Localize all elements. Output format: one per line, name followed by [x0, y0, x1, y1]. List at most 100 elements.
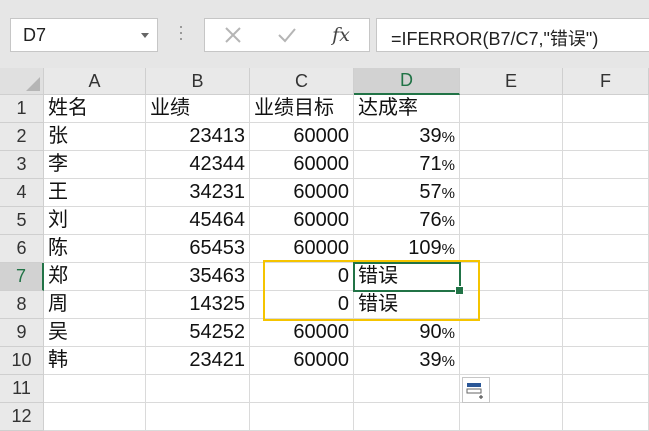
- cell-b4[interactable]: 34231: [146, 179, 250, 207]
- cell-b12[interactable]: [146, 403, 250, 431]
- cell-e5[interactable]: [460, 207, 563, 235]
- row-header-9[interactable]: 9: [0, 319, 44, 347]
- cell-d8[interactable]: 错误: [354, 291, 460, 319]
- cell-a11[interactable]: [44, 375, 146, 403]
- check-icon[interactable]: [267, 19, 307, 51]
- cell-c3[interactable]: 60000: [250, 151, 354, 179]
- cell-f10[interactable]: [563, 347, 649, 375]
- cell-e12[interactable]: [460, 403, 563, 431]
- row-header-4[interactable]: 4: [0, 179, 44, 207]
- column-header-b[interactable]: B: [146, 68, 250, 95]
- cell-c8[interactable]: 0: [250, 291, 354, 319]
- cell-c9[interactable]: 60000: [250, 319, 354, 347]
- fx-icon[interactable]: fx: [321, 19, 361, 51]
- cell-b5[interactable]: 45464: [146, 207, 250, 235]
- cell-b1[interactable]: 业绩: [146, 95, 250, 123]
- cell-f11[interactable]: [563, 375, 649, 403]
- cell-b3[interactable]: 42344: [146, 151, 250, 179]
- cell-a12[interactable]: [44, 403, 146, 431]
- cell-b9[interactable]: 54252: [146, 319, 250, 347]
- column-header-a[interactable]: A: [44, 68, 146, 95]
- row-header-5[interactable]: 5: [0, 207, 44, 235]
- cell-d4[interactable]: 57%: [354, 179, 460, 207]
- cell-c7[interactable]: 0: [250, 263, 354, 291]
- cell-e6[interactable]: [460, 235, 563, 263]
- cell-b10[interactable]: 23421: [146, 347, 250, 375]
- row-header-6[interactable]: 6: [0, 235, 44, 263]
- grip-handle-icon[interactable]: [178, 26, 184, 44]
- cell-d9[interactable]: 90%: [354, 319, 460, 347]
- cell-a10[interactable]: 韩: [44, 347, 146, 375]
- cell-c2[interactable]: 60000: [250, 123, 354, 151]
- row-header-11[interactable]: 11: [0, 375, 44, 403]
- cell-f2[interactable]: [563, 123, 649, 151]
- row-header-12[interactable]: 12: [0, 403, 44, 431]
- column-header-d[interactable]: D: [354, 68, 460, 95]
- chevron-down-icon[interactable]: [141, 33, 149, 38]
- cell-e7[interactable]: [460, 263, 563, 291]
- percent-sign: %: [441, 157, 455, 174]
- row-header-10[interactable]: 10: [0, 347, 44, 375]
- cell-f7[interactable]: [563, 263, 649, 291]
- cell-d12[interactable]: [354, 403, 460, 431]
- cell-f6[interactable]: [563, 235, 649, 263]
- cell-e10[interactable]: [460, 347, 563, 375]
- cell-f1[interactable]: [563, 95, 649, 123]
- cell-a6[interactable]: 陈: [44, 235, 146, 263]
- cell-a1[interactable]: 姓名: [44, 95, 146, 123]
- select-all-button[interactable]: [0, 68, 44, 95]
- quick-analysis-icon[interactable]: [462, 377, 490, 403]
- cell-a9[interactable]: 吴: [44, 319, 146, 347]
- cell-e2[interactable]: [460, 123, 563, 151]
- cell-b6[interactable]: 65453: [146, 235, 250, 263]
- cell-a4[interactable]: 王: [44, 179, 146, 207]
- name-box[interactable]: D7: [10, 18, 158, 52]
- row-header-7[interactable]: 7: [0, 263, 44, 291]
- cell-c10[interactable]: 60000: [250, 347, 354, 375]
- cell-b2[interactable]: 23413: [146, 123, 250, 151]
- cell-f12[interactable]: [563, 403, 649, 431]
- cell-d3[interactable]: 71%: [354, 151, 460, 179]
- cell-d10[interactable]: 39%: [354, 347, 460, 375]
- cell-c11[interactable]: [250, 375, 354, 403]
- cell-d7[interactable]: 错误: [354, 263, 460, 291]
- cell-b8[interactable]: 14325: [146, 291, 250, 319]
- cell-a7[interactable]: 郑: [44, 263, 146, 291]
- cell-d6[interactable]: 109%: [354, 235, 460, 263]
- column-header-e[interactable]: E: [460, 68, 563, 95]
- cell-d2[interactable]: 39%: [354, 123, 460, 151]
- cell-d5[interactable]: 76%: [354, 207, 460, 235]
- cell-a8[interactable]: 周: [44, 291, 146, 319]
- fill-handle[interactable]: [455, 286, 464, 295]
- cell-c6[interactable]: 60000: [250, 235, 354, 263]
- column-header-c[interactable]: C: [250, 68, 354, 95]
- row-header-1[interactable]: 1: [0, 95, 44, 123]
- formula-input[interactable]: =IFERROR(B7/C7,"错误"): [376, 18, 649, 52]
- cell-d1[interactable]: 达成率: [354, 95, 460, 123]
- cell-f5[interactable]: [563, 207, 649, 235]
- cell-b11[interactable]: [146, 375, 250, 403]
- cell-f8[interactable]: [563, 291, 649, 319]
- cell-a3[interactable]: 李: [44, 151, 146, 179]
- cell-f3[interactable]: [563, 151, 649, 179]
- cell-c4[interactable]: 60000: [250, 179, 354, 207]
- cell-f4[interactable]: [563, 179, 649, 207]
- cell-b7[interactable]: 35463: [146, 263, 250, 291]
- cell-e3[interactable]: [460, 151, 563, 179]
- row-header-8[interactable]: 8: [0, 291, 44, 319]
- cell-e8[interactable]: [460, 291, 563, 319]
- x-icon[interactable]: [213, 19, 253, 51]
- cell-e4[interactable]: [460, 179, 563, 207]
- cell-e1[interactable]: [460, 95, 563, 123]
- cell-c5[interactable]: 60000: [250, 207, 354, 235]
- cell-c1[interactable]: 业绩目标: [250, 95, 354, 123]
- column-header-f[interactable]: F: [563, 68, 649, 95]
- row-header-2[interactable]: 2: [0, 123, 44, 151]
- row-header-3[interactable]: 3: [0, 151, 44, 179]
- cell-d11[interactable]: [354, 375, 460, 403]
- cell-a2[interactable]: 张: [44, 123, 146, 151]
- cell-f9[interactable]: [563, 319, 649, 347]
- cell-a5[interactable]: 刘: [44, 207, 146, 235]
- cell-c12[interactable]: [250, 403, 354, 431]
- cell-e9[interactable]: [460, 319, 563, 347]
